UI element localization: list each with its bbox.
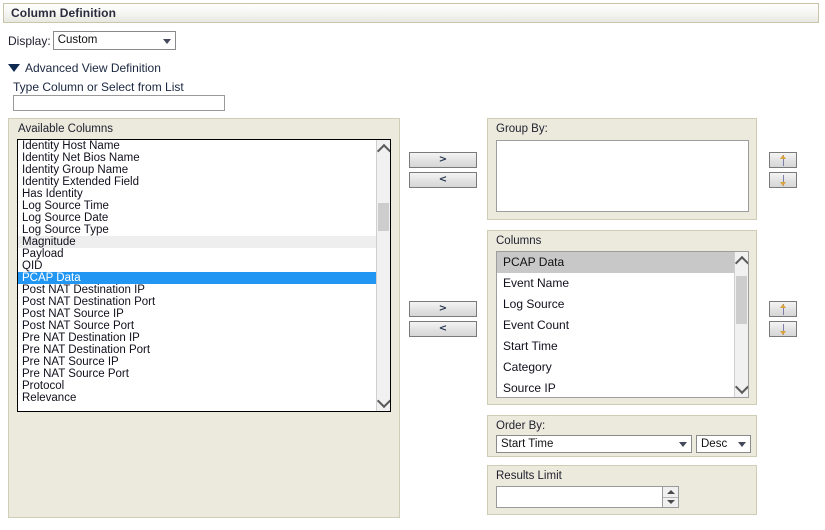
group-by-panel: Group By:	[487, 118, 757, 220]
list-item[interactable]: Identity Net Bios Name	[18, 152, 376, 164]
group-by-rows	[497, 141, 748, 211]
list-item[interactable]: Identity Extended Field	[18, 176, 376, 188]
scroll-up-icon[interactable]	[376, 142, 390, 158]
move-column-up-button[interactable]	[769, 301, 797, 317]
list-item[interactable]: Event Name	[497, 273, 734, 294]
columns-panel: Columns PCAP Data Event Name Log Source Eve…	[487, 230, 757, 405]
display-select-value: Custom	[57, 34, 98, 46]
columns-scrollbar[interactable]	[734, 252, 748, 397]
remove-from-columns-button[interactable]: <	[409, 321, 477, 337]
available-columns-panel: Available Columns Identity Host Name Iden…	[8, 118, 400, 518]
move-group-by-down-button[interactable]	[769, 172, 797, 188]
list-item[interactable]: PCAP Data	[18, 272, 376, 284]
list-item[interactable]: Has Identity	[18, 188, 376, 200]
type-column-label: Type Column or Select from List	[13, 80, 184, 94]
list-item[interactable]: Log Source Time	[18, 200, 376, 212]
scrollbar-thumb[interactable]	[736, 276, 747, 324]
list-item[interactable]: Post NAT Source Port	[18, 320, 376, 332]
list-item[interactable]: QID	[18, 260, 376, 272]
list-item[interactable]: Identity Group Name	[18, 164, 376, 176]
scroll-down-icon[interactable]	[734, 379, 748, 395]
column-definition-window: Column Definition Display: Custom Advanc…	[0, 0, 825, 530]
order-by-direction-select[interactable]: Desc	[696, 435, 751, 453]
order-by-column-value: Start Time	[501, 438, 554, 450]
add-to-group-by-button[interactable]: >	[409, 152, 477, 168]
list-item[interactable]: Protocol	[18, 380, 376, 392]
available-columns-rows: Identity Host Name Identity Net Bios Name…	[18, 140, 376, 411]
advanced-view-definition-toggle[interactable]: Advanced View Definition	[8, 61, 161, 75]
list-item[interactable]: Pre NAT Destination Port	[18, 344, 376, 356]
display-label: Display:	[8, 33, 51, 48]
list-item[interactable]: Log Source Date	[18, 212, 376, 224]
chevron-down-icon	[162, 38, 171, 44]
arrow-down-icon	[779, 174, 788, 186]
list-item[interactable]: Relevance	[18, 392, 376, 404]
arrow-left-icon: <	[438, 174, 448, 185]
triangle-down-icon	[666, 500, 675, 505]
order-by-panel: Order By: Start Time Desc	[487, 415, 757, 457]
arrow-left-icon: <	[438, 323, 448, 334]
display-select[interactable]: Custom	[52, 31, 176, 50]
arrow-right-icon: >	[438, 154, 448, 165]
type-column-input[interactable]	[13, 95, 225, 111]
list-item[interactable]: Pre NAT Destination IP	[18, 332, 376, 344]
move-column-down-button[interactable]	[769, 321, 797, 337]
scroll-up-icon[interactable]	[734, 254, 748, 270]
scroll-down-icon[interactable]	[376, 393, 390, 409]
columns-rows: PCAP Data Event Name Log Source Event Count…	[497, 252, 734, 397]
arrow-up-icon	[779, 303, 788, 315]
list-item[interactable]: Payload	[18, 248, 376, 260]
results-limit-title: Results Limit	[496, 470, 562, 482]
triangle-up-icon	[666, 489, 675, 494]
list-item[interactable]: Identity Host Name	[18, 140, 376, 152]
arrow-up-icon	[779, 154, 788, 166]
list-item[interactable]: Category	[497, 357, 734, 378]
results-limit-stepper[interactable]	[662, 486, 679, 508]
columns-title: Columns	[496, 235, 542, 247]
list-item[interactable]: Pre NAT Source Port	[18, 368, 376, 380]
results-limit-panel: Results Limit	[487, 465, 757, 515]
chevron-down-icon	[679, 442, 687, 447]
results-limit-controls	[496, 486, 679, 508]
arrow-right-icon: >	[438, 303, 448, 314]
list-item[interactable]: Source IP	[497, 378, 734, 397]
list-item[interactable]: Event Count	[497, 315, 734, 336]
scrollbar-thumb[interactable]	[378, 203, 389, 231]
list-item[interactable]: PCAP Data	[497, 252, 734, 273]
list-item[interactable]: Post NAT Destination IP	[18, 284, 376, 296]
order-by-controls: Start Time Desc	[496, 435, 751, 453]
order-by-direction-value: Desc	[701, 438, 728, 450]
triangle-down-icon	[8, 64, 20, 72]
order-by-title: Order By:	[496, 420, 546, 432]
advanced-view-definition-label: Advanced View Definition	[25, 61, 161, 75]
stepper-up-button[interactable]	[663, 487, 678, 497]
available-columns-scrollbar[interactable]	[376, 140, 390, 411]
list-item[interactable]: Post NAT Source IP	[18, 308, 376, 320]
chevron-down-icon	[738, 442, 746, 447]
stepper-down-button[interactable]	[663, 496, 678, 507]
group-by-title: Group By:	[496, 123, 548, 135]
window-titlebar: Column Definition	[3, 3, 819, 23]
order-by-column-select[interactable]: Start Time	[496, 435, 692, 453]
list-item[interactable]: Log Source Type	[18, 224, 376, 236]
group-by-listbox[interactable]	[496, 140, 749, 212]
available-columns-listbox[interactable]: Identity Host Name Identity Net Bios Name…	[17, 139, 391, 412]
list-item[interactable]: Start Time	[497, 336, 734, 357]
results-limit-input[interactable]	[496, 486, 662, 508]
list-item[interactable]: Pre NAT Source IP	[18, 356, 376, 368]
list-item[interactable]: Magnitude	[18, 236, 376, 248]
list-item[interactable]: Log Source	[497, 294, 734, 315]
list-item[interactable]: Post NAT Destination Port	[18, 296, 376, 308]
window-title: Column Definition	[11, 6, 117, 20]
available-columns-title: Available Columns	[18, 123, 114, 135]
columns-listbox[interactable]: PCAP Data Event Name Log Source Event Count…	[496, 251, 749, 398]
remove-from-group-by-button[interactable]: <	[409, 172, 477, 188]
arrow-down-icon	[779, 323, 788, 335]
add-to-columns-button[interactable]: >	[409, 301, 477, 317]
display-row: Display: Custom	[8, 31, 176, 50]
move-group-by-up-button[interactable]	[769, 152, 797, 168]
